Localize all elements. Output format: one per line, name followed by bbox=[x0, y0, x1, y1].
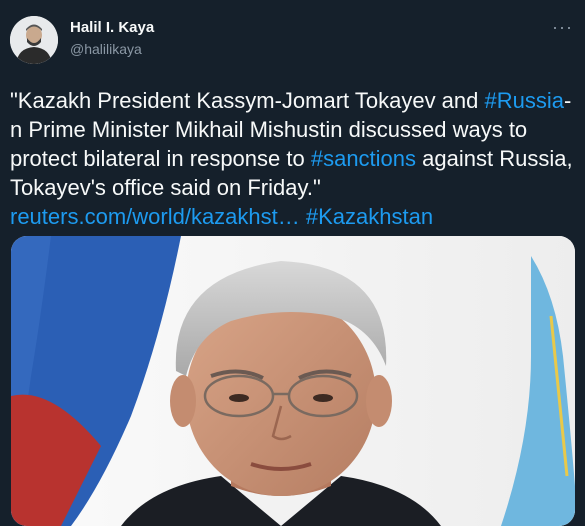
avatar-photo bbox=[10, 16, 58, 64]
portrait-photo bbox=[11, 236, 575, 526]
hashtag-sanctions[interactable]: #sanctions bbox=[311, 146, 416, 171]
author-name[interactable]: Halil I. Kaya bbox=[70, 19, 154, 36]
tweet-media-image[interactable] bbox=[11, 236, 575, 526]
avatar[interactable] bbox=[10, 16, 58, 64]
hashtag-kazakhstan[interactable]: #Kazakhstan bbox=[306, 204, 433, 229]
author-handle[interactable]: @halilikaya bbox=[70, 41, 142, 57]
tweet-text-part: "Kazakh President Kassym-Jomart Tokayev … bbox=[10, 88, 485, 113]
article-link[interactable]: reuters.com/world/kazakhst… bbox=[10, 204, 300, 229]
more-options-icon[interactable]: ··· bbox=[552, 18, 573, 36]
hashtag-russia[interactable]: #Russia bbox=[485, 88, 564, 113]
tweet-text: "Kazakh President Kassym-Jomart Tokayev … bbox=[10, 86, 575, 231]
